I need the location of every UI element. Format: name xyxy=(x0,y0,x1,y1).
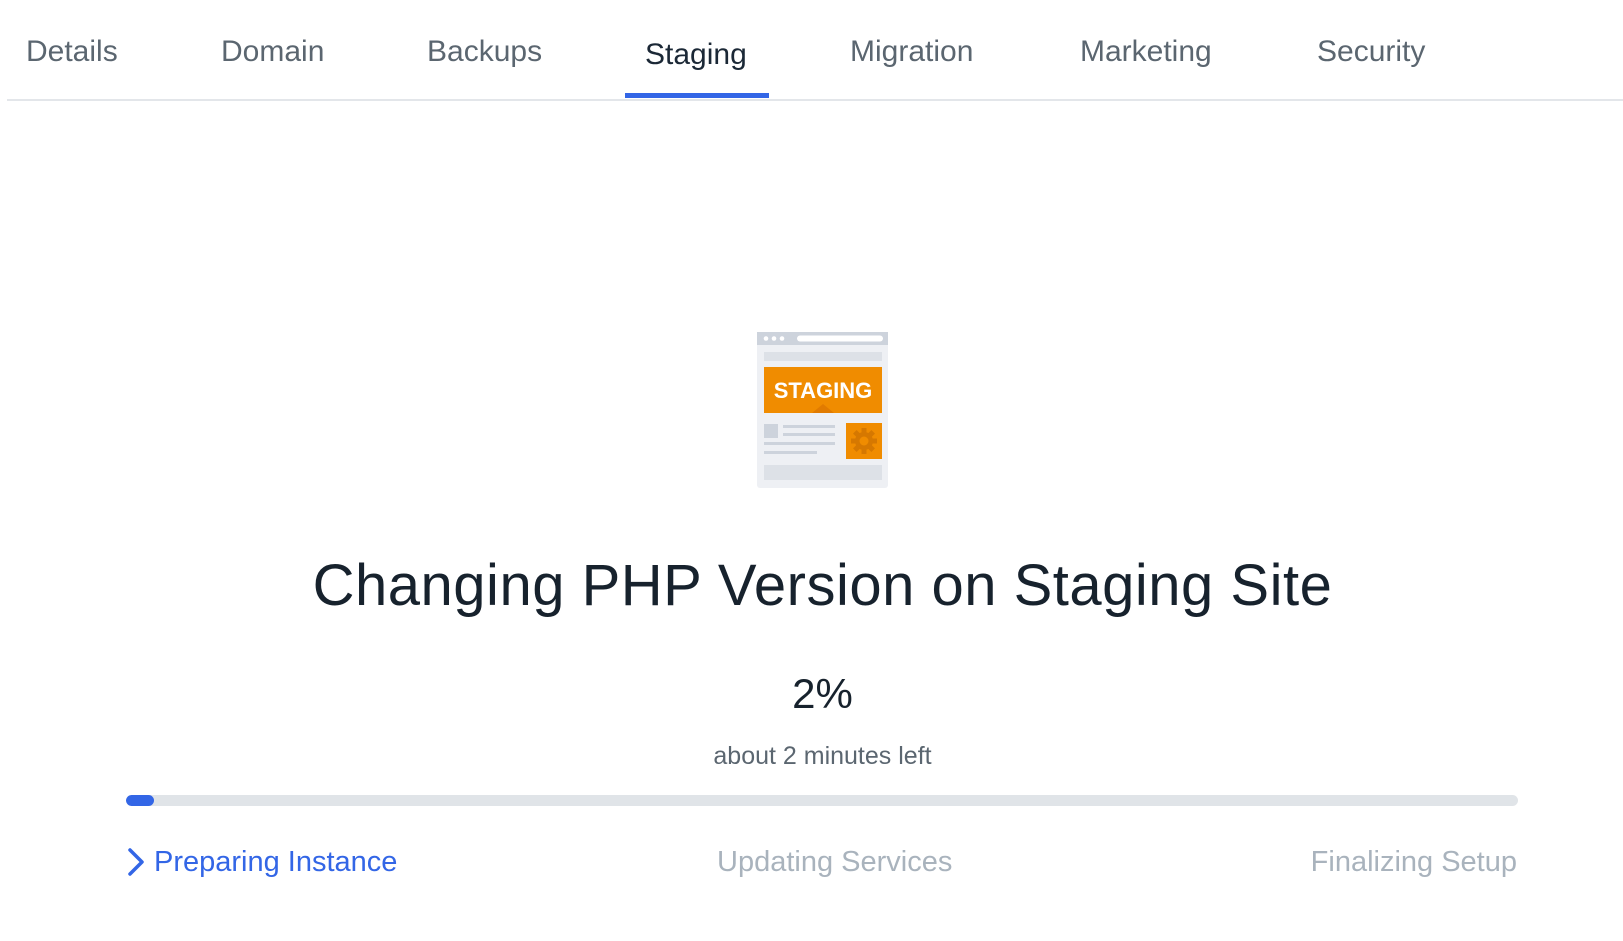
progress-percent: 2% xyxy=(792,670,853,717)
page-title: Changing PHP Version on Staging Site xyxy=(312,553,1333,618)
illustration-badge-text: STAGING xyxy=(774,378,873,403)
tab-staging[interactable]: Staging xyxy=(645,35,747,101)
progress-bar-fill xyxy=(126,795,154,806)
staging-site-icon: STAGING xyxy=(757,332,888,488)
tab-migration[interactable]: Migration xyxy=(850,32,973,98)
active-tab-indicator xyxy=(625,93,769,98)
step-updating-services: Updating Services xyxy=(717,846,953,878)
tab-backups[interactable]: Backups xyxy=(427,32,542,98)
step-finalizing-setup: Finalizing Setup xyxy=(1310,846,1517,878)
chevron-right-icon xyxy=(128,848,144,876)
tab-marketing[interactable]: Marketing xyxy=(1080,32,1212,98)
tab-domain[interactable]: Domain xyxy=(221,32,324,98)
tab-bar: Details Domain Backups Staging Migration… xyxy=(7,0,1623,101)
step-preparing-instance: Preparing Instance xyxy=(154,846,398,878)
progress-bar xyxy=(126,795,1518,806)
time-remaining: about 2 minutes left xyxy=(713,742,932,770)
tab-security[interactable]: Security xyxy=(1317,32,1425,98)
tab-details[interactable]: Details xyxy=(26,32,118,98)
